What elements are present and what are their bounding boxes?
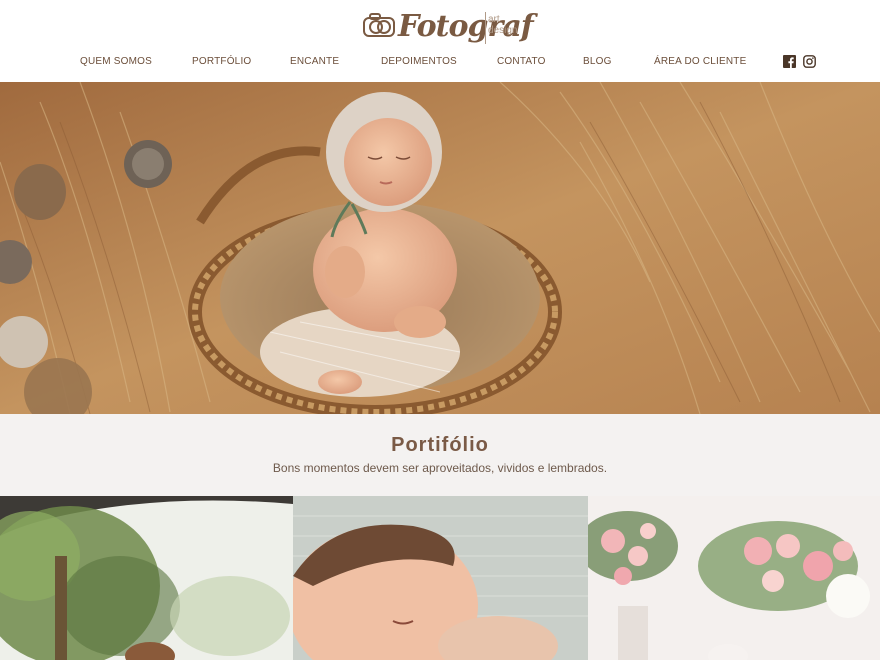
- logo-divider: [485, 12, 486, 44]
- nav-item-blog[interactable]: BLOG: [583, 56, 612, 67]
- nav-item-depoimentos[interactable]: DEPOIMENTOS: [381, 56, 457, 67]
- gallery-image-outdoor: [0, 496, 293, 660]
- gallery-tile[interactable]: [0, 496, 293, 660]
- nav-item-contato[interactable]: CONTATO: [497, 56, 546, 67]
- portfolio-section: Portifólio Bons momentos devem ser aprov…: [0, 414, 880, 496]
- nav-item-quem-somos[interactable]: QUEM SOMOS: [80, 56, 152, 67]
- hero-slide-image: [0, 82, 880, 414]
- gallery-image-newborn: [293, 496, 588, 660]
- facebook-icon[interactable]: [783, 55, 796, 68]
- logo-tagline-line2: design: [488, 25, 518, 36]
- site-logo[interactable]: Fotograf art design: [362, 8, 534, 48]
- instagram-icon[interactable]: [803, 55, 816, 68]
- logo-tagline-line1: art: [488, 14, 500, 25]
- nav-item-area-do-cliente[interactable]: ÁREA DO CLIENTE: [654, 56, 746, 67]
- nav-item-portfolio[interactable]: PORTFÓLIO: [192, 56, 251, 67]
- hero-slider[interactable]: [0, 82, 880, 414]
- camera-logo-icon: [363, 13, 395, 37]
- main-nav: QUEM SOMOS PORTFÓLIO ENCANTE DEPOIMENTOS…: [0, 56, 880, 72]
- portfolio-gallery: [0, 496, 880, 660]
- site-header: Fotograf art design QUEM SOMOS PORTFÓLIO…: [0, 0, 880, 82]
- gallery-tile[interactable]: [293, 496, 588, 660]
- portfolio-subtitle: Bons momentos devem ser aproveitados, vi…: [272, 461, 608, 475]
- gallery-image-flowers: [588, 496, 880, 660]
- logo-tagline: art design: [488, 14, 517, 36]
- gallery-tile[interactable]: [588, 496, 880, 660]
- portfolio-title: Portifólio: [391, 434, 489, 456]
- nav-item-encante[interactable]: ENCANTE: [290, 56, 339, 67]
